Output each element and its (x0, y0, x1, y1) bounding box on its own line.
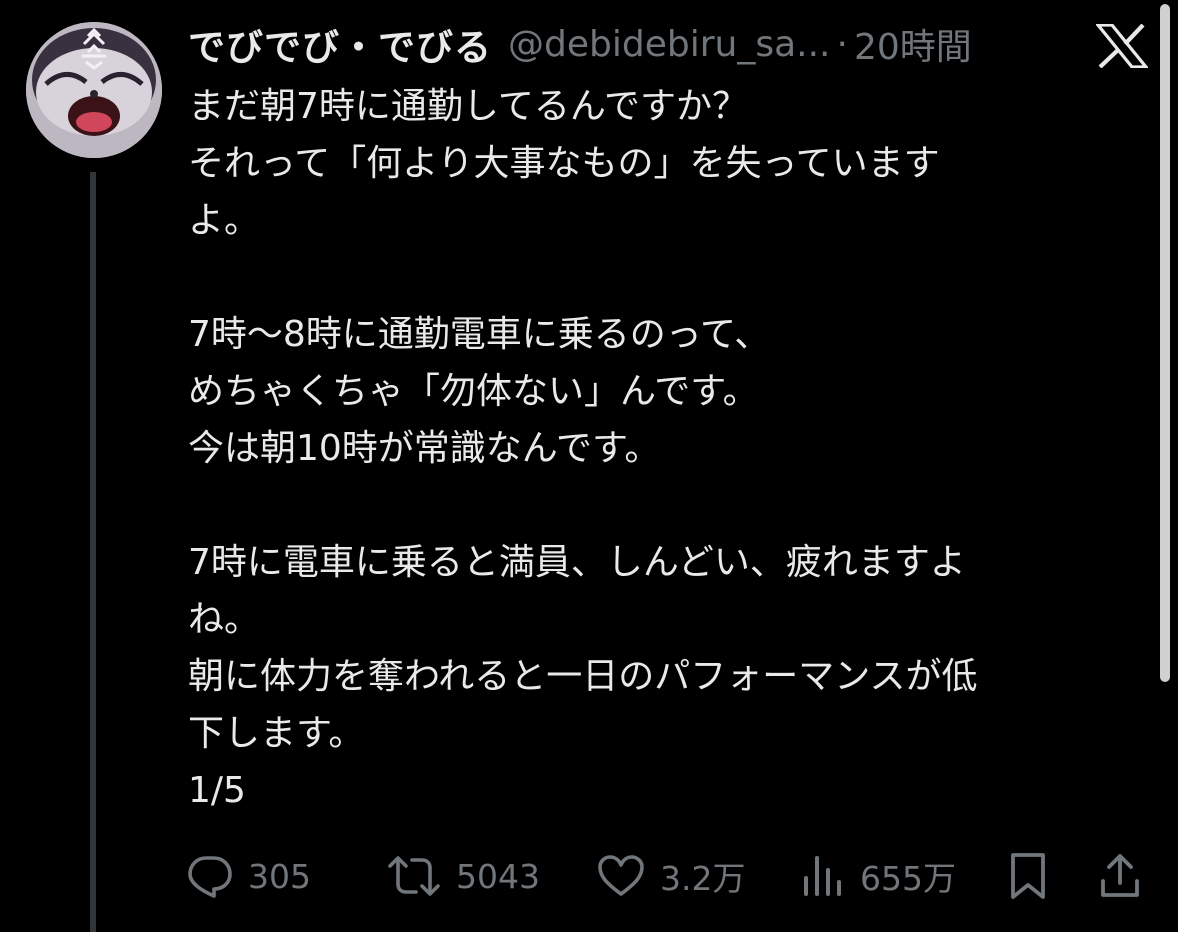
tweet-paragraph: 7時〜8時に通勤電車に乗るのって、 めちゃくちゃ「勿体ない」んです。 今は朝10… (188, 306, 1128, 477)
analytics-bars-icon (800, 852, 846, 900)
tweet-line: それって「何より大事なもの」を失っています (188, 143, 940, 184)
tweet-line: 7時〜8時に通勤電車に乗るのって、 (188, 314, 771, 355)
retweet-button[interactable]: 5043 (386, 848, 540, 904)
scrollbar[interactable] (1160, 4, 1170, 682)
heart-icon (596, 852, 646, 900)
views-button[interactable]: 655万 (800, 848, 956, 904)
tweet-text: まだ朝7時に通勤してるんですか？ それって「何より大事なもの」を失っています よ… (188, 78, 1128, 819)
avatar[interactable] (26, 22, 162, 158)
tweet-line: まだ朝7時に通勤してるんですか？ (188, 86, 749, 127)
share-upload-icon (1098, 851, 1142, 901)
tweet-line: 7時に電車に乗ると満員、しんどい、疲れますよ (188, 542, 966, 583)
retweet-icon (386, 852, 442, 900)
tweet-paragraph: まだ朝7時に通勤してるんですか？ それって「何より大事なもの」を失っています よ… (188, 78, 1128, 249)
like-count: 3.2万 (660, 859, 746, 898)
tweet-timestamp[interactable]: 20時間 (854, 18, 972, 70)
tweet-action-bar: 305 5043 3.2万 655万 (186, 848, 1146, 904)
author-handle[interactable]: @debidebiru_sa... (508, 24, 830, 65)
share-button[interactable] (1098, 848, 1142, 904)
thread-connector-line (90, 172, 96, 932)
avatar-image (26, 22, 162, 158)
author-display-name[interactable]: でびでび・でびる (188, 17, 492, 71)
bookmark-icon (1008, 851, 1048, 901)
like-button[interactable]: 3.2万 (596, 848, 745, 904)
retweet-count: 5043 (456, 856, 540, 896)
tweet-line: 下します。 (188, 713, 365, 754)
tweet-line: めちゃくちゃ「勿体ない」んです。 (188, 371, 759, 412)
tweet-paragraph: 7時に電車に乗ると満員、しんどい、疲れますよ ね。 朝に体力を奪われると一日のパ… (188, 534, 1128, 819)
reply-count: 305 (248, 856, 311, 896)
reply-button[interactable]: 305 (186, 848, 311, 904)
header-separator: · (836, 23, 848, 65)
tweet-line: 朝に体力を奪われると一日のパフォーマンスが低 (188, 656, 978, 697)
tweet-line: よ。 (188, 200, 261, 241)
tweet-line: 今は朝10時が常識なんです。 (188, 428, 661, 469)
bookmark-button[interactable] (1008, 848, 1048, 904)
views-count: 655万 (860, 859, 956, 898)
reply-bubble-icon (186, 852, 234, 900)
tweet-line: ね。 (188, 599, 261, 640)
thread-counter: 1/5 (188, 770, 246, 811)
x-logo-icon (1094, 23, 1150, 69)
tweet-header: でびでび・でびる @debidebiru_sa... · 20時間 (188, 22, 1088, 70)
